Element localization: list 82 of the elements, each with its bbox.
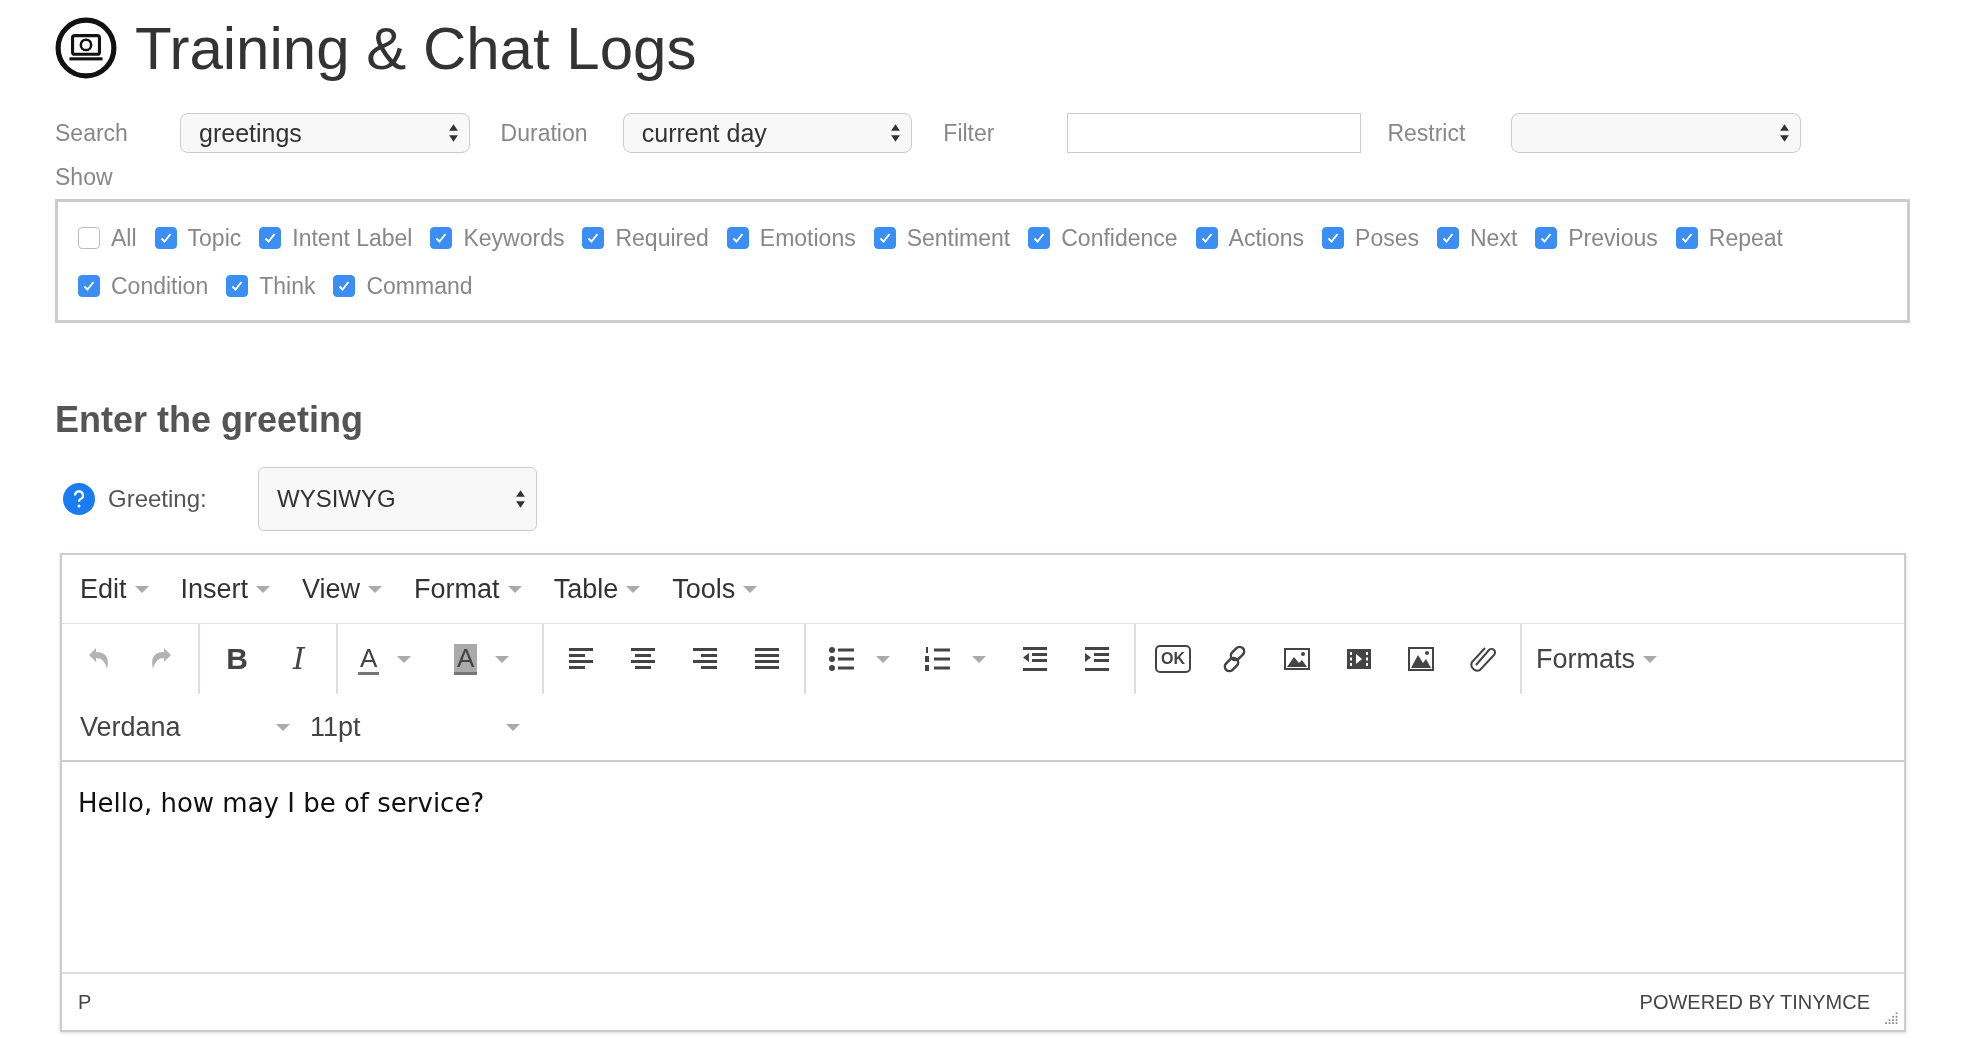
formats-menu-button[interactable]: Formats	[1528, 631, 1665, 687]
filter-field[interactable]	[1067, 113, 1362, 153]
checkbox[interactable]	[259, 227, 282, 249]
checkbox[interactable]	[1535, 227, 1558, 249]
toolbar-button[interactable]: A	[344, 631, 440, 687]
checkbox[interactable]	[226, 275, 249, 297]
menu-button[interactable]: Table	[545, 573, 655, 605]
font-family-dropdown[interactable]: Verdana	[70, 711, 300, 743]
greeting-label: Greeting:	[108, 485, 208, 513]
checkbox-label: Condition	[111, 272, 209, 300]
caret-icon	[507, 585, 522, 593]
dropdown[interactable]: greetings	[180, 113, 470, 153]
font-size-dropdown[interactable]: 11pt	[300, 711, 530, 743]
checkbox-label: Intent Label	[292, 224, 413, 252]
element-path[interactable]: P	[78, 990, 92, 1014]
menu-button[interactable]: Tools	[664, 573, 772, 605]
menu-button[interactable]: Insert	[172, 573, 285, 605]
caret-icon	[626, 585, 641, 593]
checkbox[interactable]	[154, 227, 177, 249]
checkbox[interactable]	[1322, 227, 1345, 249]
updown-arrows-icon	[1779, 123, 1791, 143]
checkbox[interactable]	[430, 227, 453, 249]
checkbox-label: Repeat	[1708, 224, 1783, 252]
caret-icon	[1643, 655, 1657, 663]
checkbox-label: Next	[1470, 224, 1518, 252]
caret-icon	[368, 585, 383, 593]
logo-icon	[55, 17, 117, 79]
checkbox[interactable]	[873, 227, 896, 249]
checkbox-label: Actions	[1228, 224, 1305, 252]
checkbox-label: All	[111, 224, 137, 252]
caret-icon	[256, 585, 271, 593]
caret-icon	[276, 723, 290, 731]
caret-icon	[743, 585, 758, 593]
caret-icon	[397, 655, 412, 663]
filter-label: Duration	[500, 119, 589, 147]
page-title: Training & Chat Logs	[135, 13, 697, 83]
checkbox[interactable]	[1195, 227, 1218, 249]
checkbox-label: Required	[615, 224, 709, 252]
show-label: Show	[55, 164, 114, 191]
branding-link[interactable]: POWERED BY TINYMCE	[1639, 990, 1870, 1014]
checkbox[interactable]	[1437, 227, 1459, 249]
caret-icon	[876, 655, 890, 663]
checkbox-label: Sentiment	[906, 224, 1011, 252]
updown-arrows-icon	[447, 123, 459, 143]
menu-button[interactable]: Format	[406, 573, 536, 605]
caret-icon	[134, 585, 149, 593]
filter-label: Search	[55, 119, 129, 147]
resize-grip-icon[interactable]	[1884, 1010, 1898, 1024]
checkbox-label: Keywords	[463, 224, 565, 252]
caret-icon	[495, 655, 510, 663]
checkbox-label: Command	[366, 272, 473, 300]
checkbox[interactable]	[582, 227, 605, 249]
checkbox-label: Confidence	[1061, 224, 1178, 252]
help-icon[interactable]	[63, 483, 95, 515]
checkbox[interactable]	[78, 227, 100, 249]
updown-arrows-icon	[515, 489, 526, 509]
filter-label: Filter	[943, 119, 996, 147]
toolbar-button[interactable]: OK	[1142, 631, 1204, 687]
checkbox-label: Topic	[187, 224, 242, 252]
section-heading: Enter the greeting	[55, 399, 365, 441]
checkbox[interactable]	[726, 227, 749, 249]
menu-button[interactable]: View	[294, 573, 397, 605]
checkbox-label: Poses	[1355, 224, 1419, 252]
checkbox[interactable]	[333, 275, 356, 297]
dropdown[interactable]: current day	[622, 113, 913, 153]
caret-icon	[972, 655, 986, 663]
checkbox[interactable]	[78, 275, 100, 297]
updown-arrows-icon	[890, 123, 902, 143]
menu-button[interactable]: Edit	[72, 573, 163, 605]
filter-label: Restrict	[1387, 119, 1467, 147]
checkbox-label: Think	[259, 272, 316, 300]
mode-dropdown[interactable]: WYSIWYG	[258, 467, 537, 531]
content-text: Hello, how may I be of service?	[78, 788, 485, 818]
editor-content[interactable]: Hello, how may I be of service?	[62, 762, 1904, 974]
checkbox-label: Emotions	[759, 224, 856, 252]
checkbox-label: Previous	[1568, 224, 1658, 252]
toolbar-button[interactable]: A	[440, 631, 536, 687]
checkbox[interactable]	[1675, 227, 1698, 249]
toolbar-button[interactable]: I	[268, 631, 330, 687]
checkbox[interactable]	[1028, 227, 1051, 249]
toolbar-button[interactable]: B	[206, 631, 268, 687]
caret-icon	[506, 723, 520, 731]
